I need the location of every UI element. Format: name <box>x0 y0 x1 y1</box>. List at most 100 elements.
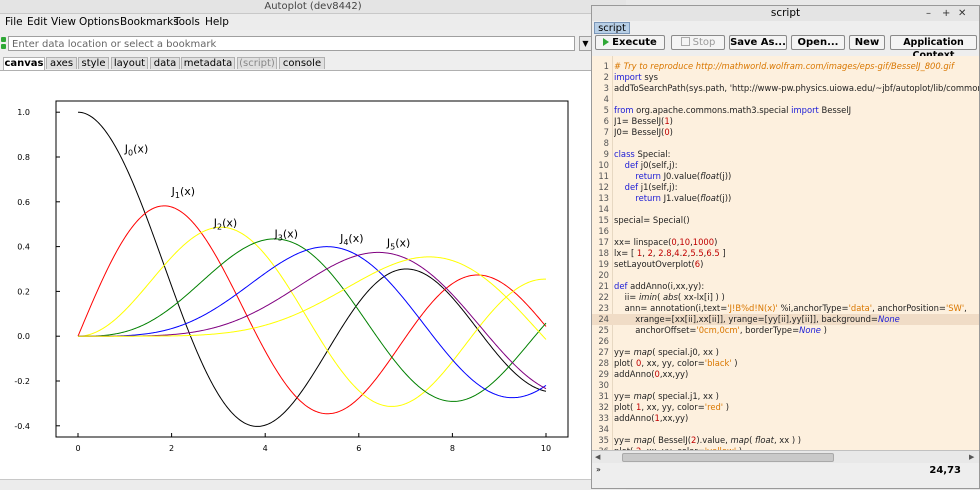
execute-button[interactable]: Execute <box>595 35 665 50</box>
script-editor[interactable]: 1 # Try to reproduce http://mathworld.wol… <box>592 56 979 450</box>
code-line[interactable]: 34 <box>592 424 979 435</box>
new-button[interactable]: New <box>849 35 885 50</box>
code-line[interactable]: 3 addToSearchPath(sys.path, 'http://www-p… <box>592 83 979 94</box>
code-text[interactable]: def j1(self,j): <box>614 182 979 193</box>
close-icon[interactable]: ✕ <box>958 6 966 21</box>
code-line[interactable]: 29 addAnno(0,xx,yy) <box>592 369 979 380</box>
tab-layout[interactable]: layout <box>111 57 148 69</box>
tab-metadata[interactable]: metadata <box>181 57 235 69</box>
code-line[interactable]: 12 def j1(self,j): <box>592 182 979 193</box>
code-text[interactable]: addAnno(0,xx,yy) <box>614 369 979 380</box>
code-line[interactable]: 20 <box>592 270 979 281</box>
code-line[interactable]: 23 ann= annotation(i,text='J!B%d!N(x)' %… <box>592 303 979 314</box>
code-line[interactable]: 9 class Special: <box>592 149 979 160</box>
code-line[interactable]: 17 xx= linspace(0,10,1000) <box>592 237 979 248</box>
code-line[interactable]: 26 <box>592 336 979 347</box>
open-button[interactable]: Open... <box>791 35 845 50</box>
code-text[interactable]: class Special: <box>614 149 979 160</box>
tab-console[interactable]: console <box>279 57 325 69</box>
code-line[interactable]: 13 return J1.value(float(j)) <box>592 193 979 204</box>
code-text[interactable]: def j0(self,j): <box>614 160 979 171</box>
tab-script[interactable]: (script) <box>237 57 277 69</box>
code-line[interactable]: 8 <box>592 138 979 149</box>
menu-help[interactable]: Help <box>205 15 229 29</box>
maximize-icon[interactable]: + <box>942 6 950 21</box>
code-line[interactable]: 21 def addAnno(i,xx,yy): <box>592 281 979 292</box>
code-line[interactable]: 18 lx= [ 1, 2, 2.8,4.2,5.5,6.5 ] <box>592 248 979 259</box>
code-text[interactable]: J1= BesselJ(1) <box>614 116 979 127</box>
code-line[interactable]: 10 def j0(self,j): <box>592 160 979 171</box>
menu-options[interactable]: Options <box>79 15 120 29</box>
code-text[interactable]: import sys <box>614 72 979 83</box>
code-line[interactable]: 7 J0= BesselJ(0) <box>592 127 979 138</box>
code-line[interactable]: 24 xrange=[xx[ii],xx[ii]], yrange=[yy[ii… <box>592 314 979 325</box>
code-text[interactable]: return J0.value(float(j)) <box>614 171 979 182</box>
code-line[interactable]: 2 import sys <box>592 72 979 83</box>
code-text[interactable]: xrange=[xx[ii],xx[ii]], yrange=[yy[ii],y… <box>614 314 979 325</box>
x-tick-label: 2 <box>169 444 174 453</box>
code-text[interactable]: yy= map( special.j1, xx ) <box>614 391 979 402</box>
scroll-right-icon[interactable]: ▶ <box>969 452 974 462</box>
drag-handle-icon[interactable] <box>1 37 6 50</box>
main-window-title: Autoplot (dev8442) <box>0 0 626 14</box>
code-line[interactable]: 25 anchorOffset='0cm,0cm', borderType=No… <box>592 325 979 336</box>
stop-button[interactable]: Stop <box>671 35 725 50</box>
code-text[interactable]: return J1.value(float(j)) <box>614 193 979 204</box>
code-line[interactable]: 1 # Try to reproduce http://mathworld.wol… <box>592 61 979 72</box>
code-text[interactable]: plot( 1, xx, yy, color='red' ) <box>614 402 979 413</box>
tab-data[interactable]: data <box>150 57 180 69</box>
tab-canvas[interactable]: canvas <box>3 57 45 70</box>
scrollbar-thumb[interactable] <box>622 453 834 462</box>
code-text[interactable]: yy= map( BesselJ(2).value, map( float, x… <box>614 435 979 446</box>
code-text[interactable]: xx= linspace(0,10,1000) <box>614 237 979 248</box>
code-line[interactable]: 35 yy= map( BesselJ(2).value, map( float,… <box>592 435 979 446</box>
code-text[interactable]: plot( 0, xx, yy, color='black' ) <box>614 358 979 369</box>
code-text[interactable]: addToSearchPath(sys.path, 'http://www-pw… <box>614 83 979 94</box>
editor-horizontal-scrollbar[interactable]: ◀ ▶ <box>592 450 979 463</box>
code-line[interactable]: 4 <box>592 94 979 105</box>
menu-view[interactable]: View <box>51 15 76 29</box>
code-line[interactable]: 28 plot( 0, xx, yy, color='black' ) <box>592 358 979 369</box>
script-tab[interactable]: script <box>594 22 630 34</box>
code-line[interactable]: 16 <box>592 226 979 237</box>
code-line[interactable]: 14 <box>592 204 979 215</box>
data-location-input[interactable]: Enter data location or select a bookmark <box>8 36 575 51</box>
code-text[interactable]: ii= imin( abs( xx-lx[i] ) ) <box>614 292 979 303</box>
code-line[interactable]: 5 from org.apache.commons.math3.special i… <box>592 105 979 116</box>
script-status-bar: » 24,73 <box>592 463 979 488</box>
code-text[interactable]: # Try to reproduce http://mathworld.wolf… <box>614 61 979 72</box>
code-text[interactable]: addAnno(1,xx,yy) <box>614 413 979 424</box>
code-line[interactable]: 11 return J0.value(float(j)) <box>592 171 979 182</box>
code-line[interactable]: 15 special= Special() <box>592 215 979 226</box>
code-line[interactable]: 6 J1= BesselJ(1) <box>592 116 979 127</box>
application-context-button[interactable]: Application Context <box>890 35 977 61</box>
code-text[interactable]: lx= [ 1, 2, 2.8,4.2,5.5,6.5 ] <box>614 248 979 259</box>
bessel-plot[interactable]: 0 2 4 6 8 10-0.4-0.20.00.20.40.60.81.0 J0(x)J… <box>0 71 626 480</box>
code-line[interactable]: 22 ii= imin( abs( xx-lx[i] ) ) <box>592 292 979 303</box>
code-text[interactable]: ann= annotation(i,text='J!B%d!N(x)' %i,a… <box>614 303 979 314</box>
code-line[interactable]: 31 yy= map( special.j1, xx ) <box>592 391 979 402</box>
menu-bookmarks[interactable]: Bookmarks <box>120 15 179 29</box>
code-text[interactable]: setLayoutOverplot(6) <box>614 259 979 270</box>
code-text[interactable]: J0= BesselJ(0) <box>614 127 979 138</box>
code-line[interactable]: 33 addAnno(1,xx,yy) <box>592 413 979 424</box>
menu-tools[interactable]: Tools <box>174 15 200 29</box>
minimize-icon[interactable]: – <box>926 6 931 21</box>
code-line[interactable]: 27 yy= map( special.j0, xx ) <box>592 347 979 358</box>
code-text[interactable]: yy= map( special.j0, xx ) <box>614 347 979 358</box>
tab-style[interactable]: style <box>78 57 109 69</box>
tab-axes[interactable]: axes <box>46 57 77 69</box>
y-tick-label: 0.0 <box>17 332 30 341</box>
code-line[interactable]: 19 setLayoutOverplot(6) <box>592 259 979 270</box>
code-text[interactable]: from org.apache.commons.math3.special im… <box>614 105 979 116</box>
menu-edit[interactable]: Edit <box>27 15 47 29</box>
code-line[interactable]: 32 plot( 1, xx, yy, color='red' ) <box>592 402 979 413</box>
code-text[interactable]: anchorOffset='0cm,0cm', borderType=None … <box>614 325 979 336</box>
code-text[interactable]: def addAnno(i,xx,yy): <box>614 281 979 292</box>
scroll-left-icon[interactable]: ◀ <box>595 452 600 462</box>
code-text[interactable]: special= Special() <box>614 215 979 226</box>
menu-file[interactable]: File <box>5 15 23 29</box>
plot-canvas[interactable]: 0 2 4 6 8 10 -0.4 -0.2 0.0 0.2 0.4 0.6 0.8 1.0 J0(x) J… <box>0 70 626 480</box>
save-as-button[interactable]: Save As... <box>729 35 787 50</box>
code-line[interactable]: 30 <box>592 380 979 391</box>
